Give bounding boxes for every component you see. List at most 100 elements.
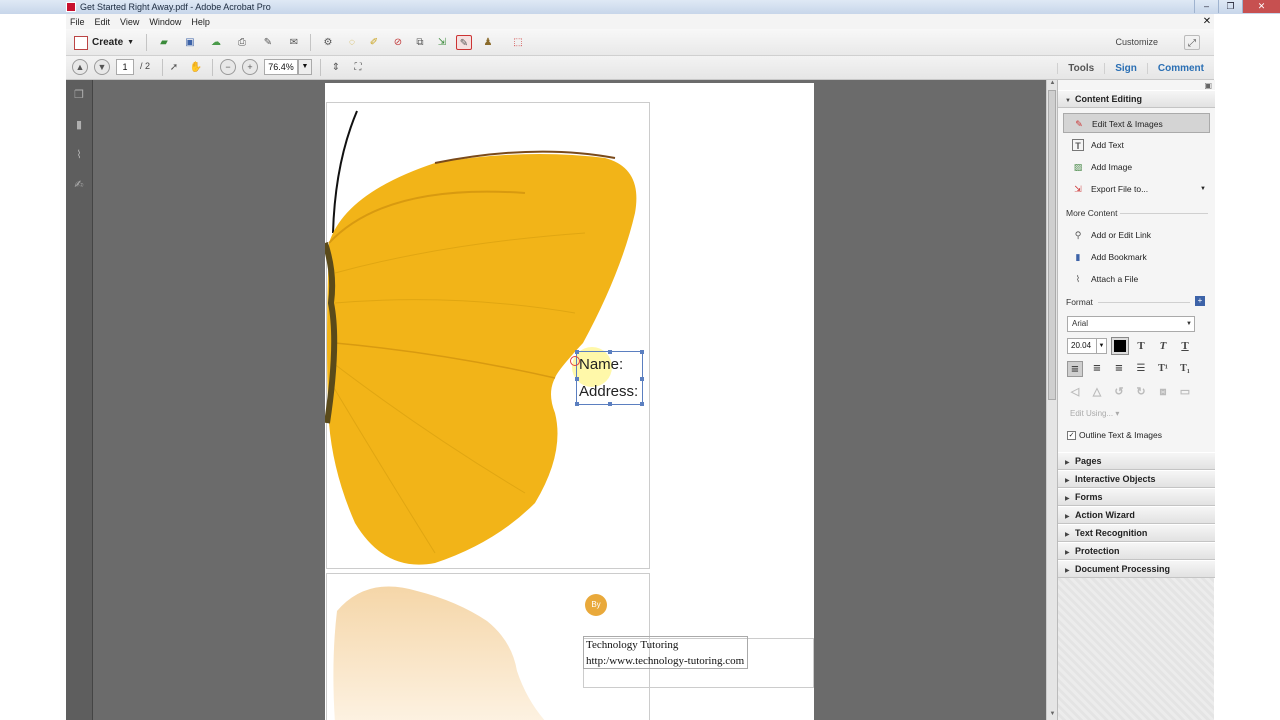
menu-help[interactable]: Help [191, 17, 210, 27]
align-center-icon[interactable]: ≡ [1089, 361, 1105, 377]
name-field-label[interactable]: Name: [579, 356, 623, 373]
fit-width-icon[interactable]: ⛶ [350, 60, 366, 75]
expand-icon[interactable]: ⤢ [1184, 35, 1200, 50]
menu-file[interactable]: File [70, 17, 85, 27]
text-recognition-section-header[interactable]: ▶ Text Recognition [1058, 524, 1215, 542]
create-button[interactable]: Create ▼ [74, 33, 134, 52]
maximize-button[interactable]: ❐ [1218, 0, 1242, 13]
resize-handle[interactable] [640, 402, 644, 406]
edit-document-icon[interactable]: ✎ [260, 35, 276, 50]
contact-text-block[interactable]: Technology Tutoring http:/www.technology… [583, 636, 748, 669]
align-right-icon[interactable]: ≡ [1111, 361, 1127, 377]
resize-handle[interactable] [575, 350, 579, 354]
add-text-tool[interactable]: T Add Text [1063, 135, 1210, 155]
menu-window[interactable]: Window [149, 17, 181, 27]
resize-handle[interactable] [640, 377, 644, 381]
export-icon[interactable]: ⇲ [434, 35, 450, 50]
align-left-icon[interactable]: ≡ [1067, 361, 1083, 377]
attach-file-tool[interactable]: ⌇ Attach a File [1063, 269, 1210, 289]
separator [162, 59, 163, 76]
signatures-icon[interactable]: ✍ [72, 178, 86, 192]
forms-section-header[interactable]: ▶ Forms [1058, 488, 1215, 506]
separator [320, 59, 321, 76]
menu-edit[interactable]: Edit [95, 17, 111, 27]
font-family-select[interactable]: Arial ▼ [1067, 316, 1195, 332]
action-wizard-section-header[interactable]: ▶ Action Wizard [1058, 506, 1215, 524]
redact-icon[interactable]: ⊘ [390, 35, 406, 50]
highlight-icon[interactable]: ✐ [366, 35, 382, 50]
interactive-objects-section-header[interactable]: ▶ Interactive Objects [1058, 470, 1215, 488]
navigation-pane: ❐ ▮ ⌇ ✍ [66, 80, 93, 720]
select-cursor-icon[interactable]: ➚ [166, 60, 182, 75]
sign-pane-link[interactable]: Sign [1104, 62, 1147, 74]
crop-icon[interactable]: ⬚ [510, 35, 526, 50]
email-icon[interactable]: ✉ [286, 35, 302, 50]
cloud-upload-icon[interactable]: ☁ [208, 35, 224, 50]
fit-page-icon[interactable]: ⇕ [328, 60, 344, 75]
zoom-out-icon[interactable]: − [220, 59, 236, 75]
italic-icon[interactable]: T [1155, 338, 1171, 354]
edit-text-images-tool[interactable]: ✎ Edit Text & Images [1063, 113, 1210, 133]
comment-pane-link[interactable]: Comment [1146, 62, 1214, 74]
subscript-icon[interactable]: T₁ [1177, 361, 1193, 377]
outline-text-images-checkbox-row[interactable]: ✓ Outline Text & Images [1067, 430, 1162, 440]
superscript-icon[interactable]: T¹ [1155, 361, 1171, 377]
address-field-label[interactable]: Address: [579, 383, 638, 400]
protection-section-header[interactable]: ▶ Protection [1058, 542, 1215, 560]
hand-tool-icon[interactable]: ✋ [188, 60, 204, 75]
zoom-dropdown[interactable]: ▼ [298, 59, 312, 75]
customize-dropdown[interactable]: Customize [1115, 37, 1158, 47]
window-title: Get Started Right Away.pdf - Adobe Acrob… [80, 2, 271, 12]
page-thumbnails-icon[interactable]: ❐ [72, 88, 86, 102]
panel-options-icon[interactable]: ▣ [1204, 81, 1212, 90]
scrollbar-thumb[interactable] [1048, 90, 1056, 400]
bold-icon[interactable]: T [1133, 338, 1149, 354]
resize-handle[interactable] [575, 377, 579, 381]
minimize-button[interactable]: – [1194, 0, 1218, 13]
next-page-icon[interactable]: ▼ [94, 59, 110, 75]
zoom-in-icon[interactable]: + [242, 59, 258, 75]
comment-bubble-icon[interactable]: ◌ [344, 35, 360, 50]
close-window-button[interactable]: ✕ [1242, 0, 1280, 13]
menu-view[interactable]: View [120, 17, 139, 27]
font-size-select[interactable]: 20.04 ▼ [1067, 338, 1107, 354]
text-block-selection[interactable]: Name: Address: [575, 350, 644, 406]
close-document-icon[interactable]: ✕ [1200, 14, 1214, 29]
resize-handle[interactable] [608, 402, 612, 406]
open-folder-icon[interactable]: ▰ [156, 35, 172, 50]
tools-pane-link[interactable]: Tools [1057, 62, 1104, 74]
add-bookmark-tool[interactable]: ▮ Add Bookmark [1063, 247, 1210, 267]
attachments-icon[interactable]: ⌇ [72, 148, 86, 162]
resize-handle[interactable] [608, 350, 612, 354]
page-tools-icon[interactable]: ⧉ [412, 35, 428, 50]
pages-section-header[interactable]: ▶ Pages [1058, 452, 1215, 470]
underline-icon[interactable]: T [1177, 338, 1193, 354]
resize-handle[interactable] [575, 402, 579, 406]
sign-user-icon[interactable]: ♟ [480, 35, 496, 50]
bookmarks-icon[interactable]: ▮ [72, 118, 86, 132]
font-color-swatch[interactable] [1111, 337, 1129, 355]
previous-page-icon[interactable]: ▲ [72, 59, 88, 75]
add-edit-link-tool[interactable]: ⚲ Add or Edit Link [1063, 225, 1210, 245]
print-icon[interactable]: ⎙ [234, 35, 250, 50]
tools-panel: ▣ ▼ Content Editing ✎ Edit Text & Images T… [1057, 80, 1215, 720]
outline-checkbox[interactable]: ✓ [1067, 430, 1076, 440]
scroll-down-arrow[interactable]: ▼ [1048, 711, 1057, 720]
content-editing-header[interactable]: ▼ Content Editing [1058, 90, 1215, 108]
rotate-left-icon: ↺ [1114, 386, 1124, 398]
edit-text-images-icon[interactable]: ✎ [456, 35, 472, 50]
scroll-up-arrow[interactable]: ▲ [1048, 80, 1057, 89]
resize-handle[interactable] [640, 350, 644, 354]
page-number-input[interactable]: 1 [116, 59, 134, 75]
export-file-icon: ⇲ [1074, 184, 1082, 194]
settings-gear-icon[interactable]: ⚙ [320, 35, 336, 50]
save-icon[interactable]: ▣ [182, 35, 198, 50]
zoom-level-input[interactable]: 76.4% [264, 59, 298, 75]
justify-icon[interactable]: ☰ [1133, 361, 1149, 377]
document-processing-section-header[interactable]: ▶ Document Processing [1058, 560, 1215, 578]
vertical-scrollbar[interactable]: ▲ ▼ [1046, 80, 1057, 720]
add-image-tool[interactable]: ▨ Add Image [1063, 157, 1210, 177]
butterfly-wing-image[interactable] [325, 103, 645, 569]
export-file-tool[interactable]: ⇲ Export File to... ▼ [1063, 179, 1210, 199]
format-expand-icon[interactable]: + [1195, 296, 1205, 306]
